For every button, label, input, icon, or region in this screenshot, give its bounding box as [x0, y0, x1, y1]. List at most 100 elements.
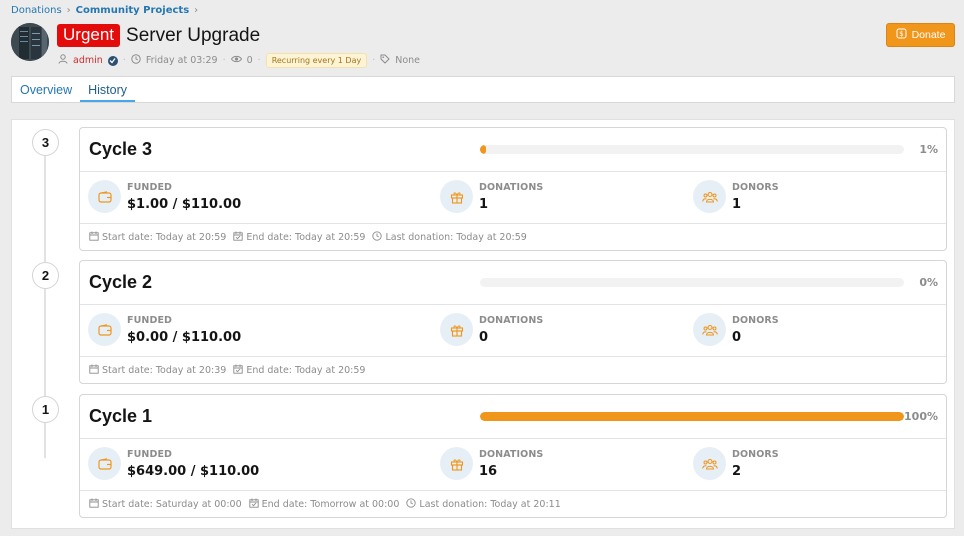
tag-icon [380, 54, 390, 67]
stat-funded: FUNDED $649.00 / $110.00 [88, 447, 259, 480]
stat-donations: DONATIONS 16 [440, 447, 543, 480]
thread-meta: admin · Friday at 03:29 · 0 · Recurring … [58, 53, 420, 68]
cycle-title: Cycle 3 [89, 139, 153, 159]
date-value: Saturday at 00:00 [155, 498, 242, 510]
stat-label: DONORS [732, 181, 779, 193]
wallet-icon [88, 447, 121, 480]
date-value: Today at 20:59 [295, 231, 366, 243]
progress-bar [480, 412, 904, 421]
users-icon [693, 313, 726, 346]
chevron-right-icon: › [194, 5, 199, 16]
view-count: 0 [246, 55, 253, 66]
donors-value: 0 [732, 329, 742, 345]
urgent-label: Urgent [57, 24, 121, 47]
tab-overview[interactable]: Overview [12, 77, 80, 102]
stat-label: DONORS [732, 314, 779, 326]
wallet-icon [88, 180, 121, 213]
breadcrumb-donations[interactable]: Donations [11, 5, 62, 16]
history-panel: 3 Cycle 3 1% FUNDED $1.00 / $110.00 DONAT… [11, 119, 955, 529]
separator: · [222, 55, 226, 66]
separator: · [122, 55, 126, 66]
cycle-stats: FUNDED $1.00 / $110.00 DONATIONS 1 DONORS 1 [80, 172, 946, 224]
gift-icon [440, 313, 473, 346]
cycle-header: Cycle 2 0% [80, 261, 946, 305]
calendar-icon [89, 231, 99, 244]
stat-donations: DONATIONS 1 [440, 180, 543, 213]
stat-label: DONATIONS [479, 181, 544, 193]
date-label: Start date: [102, 498, 153, 510]
verified-icon [107, 55, 118, 66]
calendar-check-icon [233, 364, 243, 377]
date-label: End date: [246, 231, 293, 243]
wallet-icon [88, 313, 121, 346]
progress-percent: 1% [919, 143, 938, 156]
cycle-dates: Start date: Today at 20:59 End date: Tod… [80, 224, 946, 250]
progress-bar [480, 145, 904, 154]
cycle-step-marker: 2 [32, 262, 59, 289]
date-label: End date: [261, 498, 308, 510]
donors-value: 2 [732, 463, 742, 479]
donations-value: 1 [479, 196, 489, 212]
date-value: Today at 20:39 [155, 364, 227, 376]
donors-value: 1 [732, 196, 742, 212]
date-value: Tomorrow at 00:00 [310, 498, 400, 510]
progress-percent: 0% [919, 276, 938, 289]
start-date: Start date: Today at 20:59 [89, 231, 226, 244]
date-value: Today at 20:59 [295, 364, 366, 376]
thread-date[interactable]: Friday at 03:29 [146, 55, 218, 66]
progress-percent: 100% [904, 410, 938, 423]
last-donation: Last donation: Today at 20:11 [406, 497, 561, 511]
cycle-title: Cycle 1 [89, 406, 153, 426]
user-icon [58, 54, 68, 67]
date-label: Last donation: [419, 498, 488, 510]
date-value: Today at 20:59 [456, 231, 527, 243]
breadcrumb: Donations › Community Projects › [11, 5, 198, 16]
last-donation: Last donation: Today at 20:59 [372, 230, 527, 244]
recurring-badge: Recurring every 1 Day [265, 53, 368, 68]
eye-icon [230, 54, 242, 67]
date-value: Today at 20:11 [490, 498, 561, 510]
funded-value: $1.00 / $110.00 [127, 196, 242, 212]
calendar-check-icon [248, 498, 259, 511]
stat-label: DONATIONS [479, 448, 544, 460]
avatar[interactable] [11, 23, 49, 61]
end-date: End date: Today at 20:59 [233, 364, 365, 377]
progress-fill [480, 412, 904, 421]
tab-history[interactable]: History [80, 77, 135, 102]
cycle-header: Cycle 3 1% [80, 128, 946, 172]
end-date: End date: Tomorrow at 00:00 [248, 498, 400, 511]
donations-value: 0 [479, 329, 489, 345]
calendar-check-icon [233, 231, 243, 244]
donations-value: 16 [479, 463, 498, 479]
stat-label: DONORS [732, 448, 779, 460]
date-label: Start date: [102, 364, 153, 376]
cycle-header: Cycle 1 100% [80, 395, 946, 439]
cycle-card: Cycle 2 0% FUNDED $0.00 / $110.00 DONATIO… [79, 260, 947, 384]
start-date: Start date: Today at 20:39 [89, 364, 226, 377]
breadcrumb-community-projects[interactable]: Community Projects [76, 5, 190, 16]
cycle-card: Cycle 3 1% FUNDED $1.00 / $110.00 DONATIO… [79, 127, 947, 251]
stat-label: FUNDED [127, 181, 173, 193]
page-title: Server Upgrade [126, 24, 261, 46]
cycle-stats: FUNDED $0.00 / $110.00 DONATIONS 0 DONORS 0 [80, 305, 946, 357]
separator: · [257, 55, 261, 66]
cycle-dates: Start date: Today at 20:39 End date: Tod… [80, 357, 946, 383]
chevron-right-icon: › [66, 5, 71, 16]
author-link[interactable]: admin [73, 55, 103, 66]
date-label: End date: [246, 364, 293, 376]
cycle-dates: Start date: Saturday at 00:00 End date: … [80, 491, 946, 517]
gift-icon [440, 447, 473, 480]
progress-bar [480, 278, 904, 287]
stat-label: DONATIONS [479, 314, 544, 326]
donate-label: Donate [911, 29, 946, 41]
donate-button[interactable]: $ Donate [886, 23, 955, 47]
date-label: Start date: [102, 231, 153, 243]
stat-funded: FUNDED $1.00 / $110.00 [88, 180, 241, 213]
cycle-title: Cycle 2 [89, 272, 153, 292]
progress-fill [480, 145, 486, 154]
stat-donors: DONORS 0 [693, 313, 779, 346]
stat-donors: DONORS 1 [693, 180, 779, 213]
clock-icon [131, 54, 141, 67]
cycle-step-marker: 3 [32, 129, 59, 156]
svg-text:$: $ [899, 30, 903, 38]
